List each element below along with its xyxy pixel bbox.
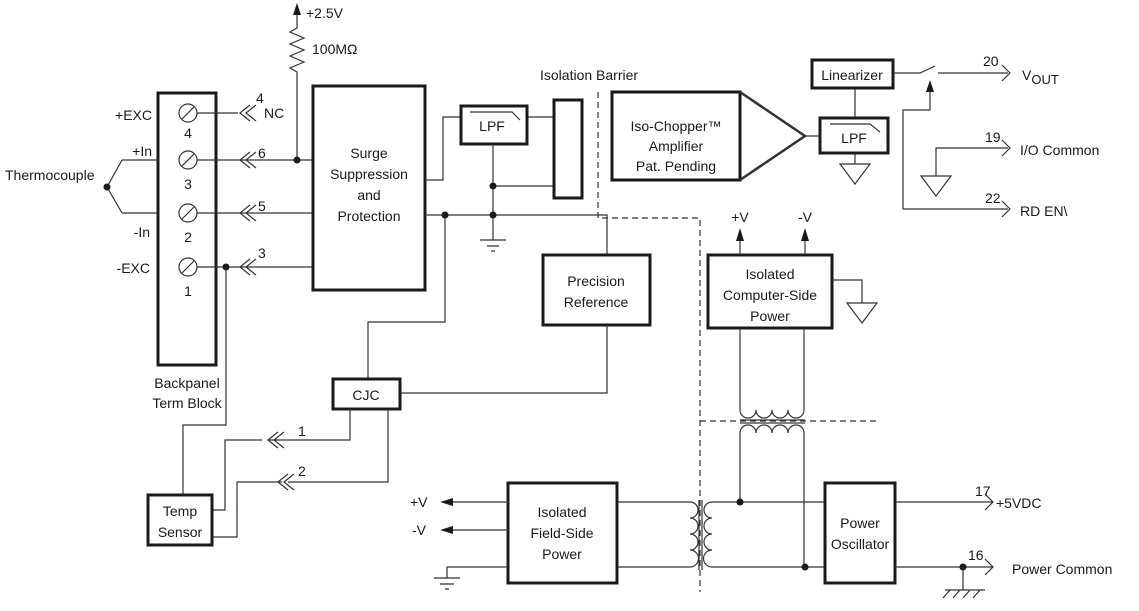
block-label: Protection xyxy=(337,208,400,224)
minus-v-label: -V xyxy=(798,209,813,225)
pin-number: 16 xyxy=(968,547,984,563)
block-label: Iso-Chopper™ xyxy=(630,118,721,134)
thermocouple: Thermocouple xyxy=(5,159,123,214)
output-lpf: LPF xyxy=(818,116,890,155)
block-label: Isolated xyxy=(537,504,586,520)
vout-label: VOUT xyxy=(1022,67,1059,87)
terminal-signal: -EXC xyxy=(117,260,150,276)
pin-number: 4 xyxy=(256,90,264,106)
lpf-label: LPF xyxy=(479,118,505,134)
terminal-block: +EXC +In -In -EXC 4 3 2 1 Backpanel Term… xyxy=(115,91,223,411)
rd-en-label: RD EN\ xyxy=(1020,203,1068,219)
pin-number: 3 xyxy=(258,245,266,261)
terminal-block-label: Term Block xyxy=(152,395,222,411)
pin-number: 20 xyxy=(983,53,999,69)
block-label: Power xyxy=(840,515,880,531)
iso-chopper-amplifier: Iso-Chopper™ Amplifier Pat. Pending xyxy=(610,90,808,182)
block-label: and xyxy=(357,187,380,203)
block-label: Temp xyxy=(163,503,197,519)
supply-label: +2.5V xyxy=(306,5,344,21)
pin-number: 5 xyxy=(258,198,266,214)
ground-icon xyxy=(838,163,872,185)
precision-reference-block: Precision Reference xyxy=(541,253,652,327)
isolation-barrier-block xyxy=(552,98,584,200)
cjc-block: CJC xyxy=(331,377,402,411)
io-common-label: I/O Common xyxy=(1020,142,1099,158)
arrow-up-icon xyxy=(926,80,934,92)
chassis-ground-icon xyxy=(942,567,985,599)
nc-label: NC xyxy=(264,105,284,121)
pin-number: 6 xyxy=(258,145,266,161)
block-label: Power xyxy=(750,308,790,324)
plus-v-label: +V xyxy=(410,494,428,510)
pin-number: 17 xyxy=(975,483,991,499)
minus-v-label: -V xyxy=(412,522,427,538)
ground-icon xyxy=(480,239,506,252)
terminal-number: 3 xyxy=(184,176,192,192)
terminal-block-label: Backpanel xyxy=(154,375,219,391)
computer-side-power-block: Isolated Computer-Side Power xyxy=(706,253,834,330)
lpf-label: LPF xyxy=(841,130,867,146)
terminal-signal: +In xyxy=(132,143,152,159)
block-label: Reference xyxy=(564,294,629,310)
power-oscillator-block: Power Oscillator xyxy=(823,481,897,585)
block-label: Field-Side xyxy=(530,525,593,541)
block-label: Oscillator xyxy=(831,536,890,552)
block-label: Computer-Side xyxy=(723,287,817,303)
field-side-power-block: Isolated Field-Side Power xyxy=(506,481,619,585)
resistor-label: 100MΩ xyxy=(312,41,358,57)
block-label: CJC xyxy=(352,387,379,403)
input-lpf: LPF xyxy=(459,104,529,146)
block-label: Isolated xyxy=(745,266,794,282)
linearizer-block: Linearizer xyxy=(810,58,895,90)
block-label: Precision xyxy=(567,273,625,289)
power-common-label: Power Common xyxy=(1012,561,1112,577)
plus-v-label: +V xyxy=(731,209,749,225)
ground-icon xyxy=(434,577,460,590)
block-label: Power xyxy=(542,546,582,562)
pin-number: 1 xyxy=(298,423,306,439)
terminal-signal: -In xyxy=(134,224,150,240)
terminal-number: 2 xyxy=(184,229,192,245)
terminal-number: 4 xyxy=(184,125,192,141)
pin-number: 19 xyxy=(985,129,1001,145)
block-label: Linearizer xyxy=(821,67,883,83)
temp-sensor-block: Temp Sensor xyxy=(146,493,214,547)
thermocouple-label: Thermocouple xyxy=(5,167,95,183)
supply-arrow-icon xyxy=(293,3,301,15)
surge-suppression-block: Surge Suppression and Protection xyxy=(311,84,427,292)
terminal-number: 1 xyxy=(184,283,192,299)
pin-number: 22 xyxy=(985,190,1001,206)
terminal-signal: +EXC xyxy=(115,107,152,123)
block-label: Pat. Pending xyxy=(636,158,716,174)
block-label: Suppression xyxy=(330,166,408,182)
block-diagram: Thermocouple +EXC +In -In -EXC 4 3 2 1 B… xyxy=(5,3,1112,599)
pin-number: 2 xyxy=(298,463,306,479)
block-label: Sensor xyxy=(158,524,203,540)
block-label: Amplifier xyxy=(649,138,704,154)
supply-label: +5VDC xyxy=(996,495,1042,511)
block-label: Surge xyxy=(350,145,388,161)
isolation-barrier-label: Isolation Barrier xyxy=(540,67,638,83)
